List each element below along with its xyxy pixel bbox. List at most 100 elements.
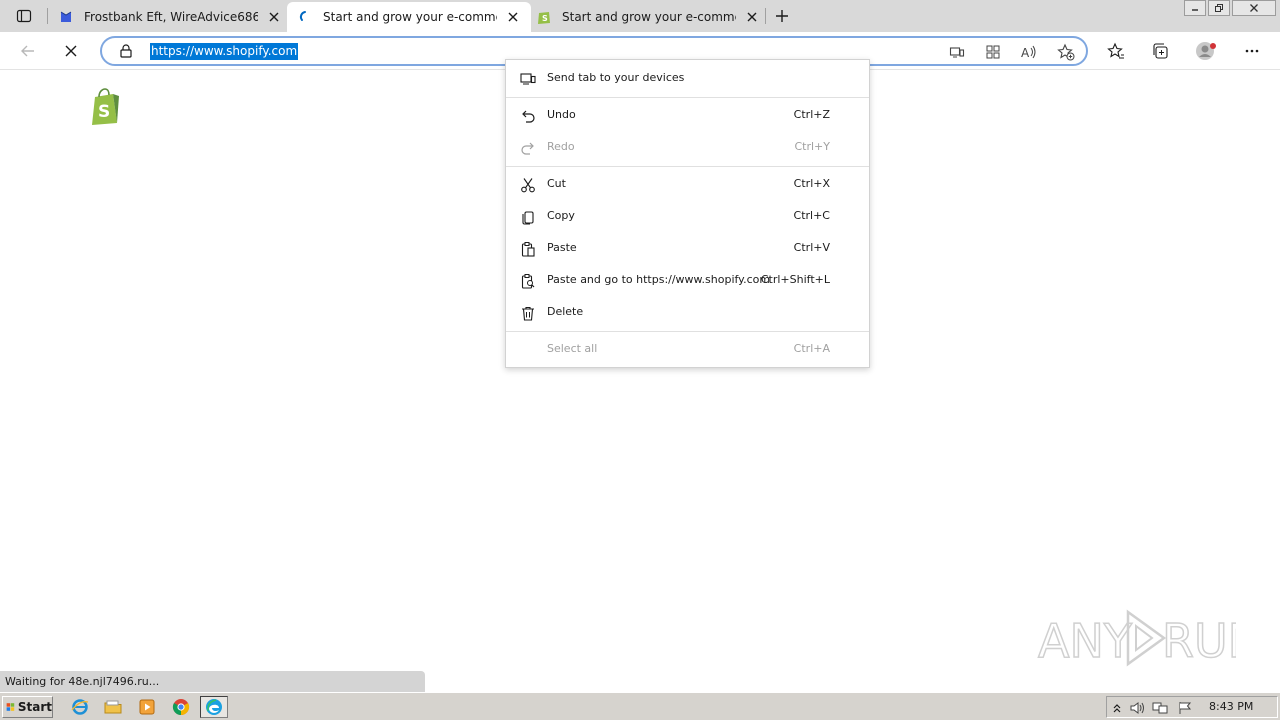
menu-item-label: Paste — [547, 241, 577, 254]
paste-icon — [519, 240, 537, 258]
close-window-button[interactable] — [1232, 0, 1276, 16]
watermark-text-any: ANY — [1038, 614, 1133, 668]
chrome-icon — [172, 699, 190, 716]
clock[interactable]: 8:43 PM — [1209, 700, 1253, 713]
taskbar-app-edge[interactable] — [200, 696, 228, 718]
plus-icon — [776, 10, 788, 22]
menu-item-label: Redo — [547, 140, 575, 153]
menu-item-shortcut: Ctrl+V — [793, 241, 830, 254]
media-player-icon — [139, 699, 155, 715]
cut-icon — [519, 176, 537, 194]
menu-item-label: Send tab to your devices — [547, 71, 685, 84]
edge-icon — [206, 699, 222, 715]
avatar-icon — [1196, 42, 1216, 60]
tab-actions-icon — [16, 9, 32, 23]
menu-item-redo[interactable]: Redo Ctrl+Y — [506, 131, 869, 163]
menu-separator — [506, 166, 869, 167]
tab-title: Start and grow your e-commerce — [323, 10, 497, 24]
favorites-button[interactable] — [1103, 39, 1129, 63]
tab-shopify-active[interactable]: Start and grow your e-commerce — [287, 2, 531, 32]
new-tab-button[interactable] — [770, 4, 794, 28]
app-available-icon[interactable] — [948, 43, 966, 61]
action-center-flag-icon[interactable] — [1177, 700, 1193, 716]
tab-shopify[interactable]: S Start and grow your e-commerce — [526, 2, 770, 32]
lock-icon[interactable] — [118, 43, 134, 59]
show-hidden-icons-icon[interactable] — [1109, 700, 1125, 716]
taskbar-app-media-player[interactable] — [133, 696, 161, 718]
copy-icon — [519, 208, 537, 226]
start-label: Start — [17, 700, 52, 714]
menu-item-label: Paste and go to https://www.shopify.com — [547, 273, 771, 286]
start-button[interactable]: Start — [2, 696, 53, 718]
menu-item-shortcut: Ctrl+Shift+L — [760, 273, 830, 286]
tab-frostbank[interactable]: Frostbank Eft, WireAdvice686086 — [48, 2, 292, 32]
tab-actions-button[interactable] — [8, 5, 40, 27]
taskbar-app-ie[interactable] — [66, 696, 94, 718]
shopify-favicon-icon: S — [536, 9, 552, 25]
restore-button[interactable] — [1208, 0, 1230, 16]
menu-item-paste-and-go[interactable]: Paste and go to https://www.shopify.com … — [506, 264, 869, 296]
network-icon[interactable] — [1152, 700, 1168, 716]
menu-item-paste[interactable]: Paste Ctrl+V — [506, 232, 869, 264]
menu-item-shortcut: Ctrl+C — [793, 209, 830, 222]
menu-item-label: Select all — [547, 342, 598, 355]
svg-text:S: S — [542, 14, 548, 23]
windows-logo-icon — [6, 703, 15, 711]
menu-item-delete[interactable]: Delete — [506, 296, 869, 328]
page-favicon-icon — [58, 9, 74, 25]
menu-item-copy[interactable]: Copy Ctrl+C — [506, 200, 869, 232]
menu-item-cut[interactable]: Cut Ctrl+X — [506, 168, 869, 200]
svg-text:S: S — [98, 102, 110, 122]
send-tab-icon — [519, 70, 537, 88]
back-arrow-icon — [21, 45, 34, 57]
menu-item-shortcut: Ctrl+Z — [793, 108, 830, 121]
minimize-button[interactable] — [1184, 0, 1206, 16]
menu-item-shortcut: Ctrl+Y — [794, 140, 830, 153]
close-tab-icon[interactable] — [744, 9, 760, 25]
volume-icon[interactable] — [1129, 700, 1145, 716]
menu-item-shortcut: Ctrl+X — [793, 177, 830, 190]
tab-strip: Frostbank Eft, WireAdvice686086 Start an… — [0, 0, 1280, 32]
taskbar: Start 8:43 PM — [0, 692, 1280, 720]
paste-go-icon — [519, 272, 537, 290]
loading-spinner-icon — [297, 9, 313, 25]
stop-loading-button[interactable] — [58, 39, 84, 63]
menu-item-select-all[interactable]: Select all Ctrl+A — [506, 333, 869, 365]
svg-text:A: A — [1021, 46, 1030, 60]
shopify-logo-icon[interactable]: S — [89, 88, 123, 126]
collections-button[interactable] — [1147, 39, 1173, 63]
anyrun-watermark-logo: ANY RUN — [1037, 609, 1236, 669]
delete-icon — [519, 304, 537, 322]
profile-button[interactable] — [1193, 39, 1219, 63]
apps-grid-icon[interactable] — [984, 43, 1002, 61]
close-icon — [1250, 4, 1258, 12]
minimize-icon — [1192, 9, 1198, 11]
stop-icon — [65, 45, 77, 57]
add-favorite-icon[interactable] — [1057, 43, 1075, 61]
back-button[interactable] — [15, 39, 41, 63]
menu-separator — [506, 97, 869, 98]
menu-item-undo[interactable]: Undo Ctrl+Z — [506, 99, 869, 131]
tab-title: Start and grow your e-commerce — [562, 10, 736, 24]
read-aloud-icon[interactable]: A — [1020, 43, 1038, 61]
watermark-text-run: RUN — [1162, 614, 1236, 668]
status-bubble: Waiting for 48e.njl7496.ru... — [0, 671, 425, 692]
explorer-icon — [104, 700, 122, 714]
system-tray: 8:43 PM — [1106, 696, 1278, 718]
menu-separator — [506, 331, 869, 332]
menu-item-shortcut: Ctrl+A — [793, 342, 830, 355]
collections-icon — [1153, 43, 1168, 59]
settings-more-button[interactable] — [1239, 39, 1265, 63]
close-tab-icon[interactable] — [266, 9, 282, 25]
menu-item-send-tab[interactable]: Send tab to your devices — [506, 62, 869, 94]
more-options-icon — [1245, 49, 1259, 53]
taskbar-app-explorer[interactable] — [99, 696, 127, 718]
close-tab-icon[interactable] — [505, 9, 521, 25]
menu-item-label: Undo — [547, 108, 576, 121]
ie-icon — [71, 699, 89, 715]
url-text-selected[interactable]: https://www.shopify.com — [150, 43, 299, 60]
redo-icon — [519, 139, 537, 157]
taskbar-app-chrome[interactable] — [167, 696, 195, 718]
menu-item-label: Cut — [547, 177, 566, 190]
restore-icon — [1215, 4, 1223, 12]
